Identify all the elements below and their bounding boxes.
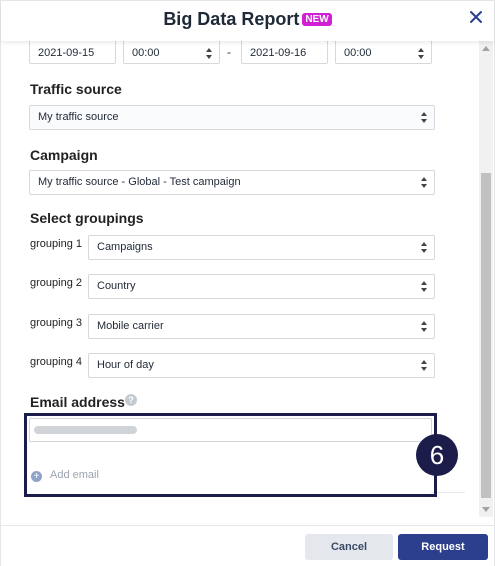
campaign-value: My traffic source - Global - Test campai… [38,176,241,188]
scroll-down-icon[interactable] [482,507,490,512]
campaign-label: Campaign [30,147,98,163]
start-date-field[interactable]: 2021-09-15 [29,41,116,64]
select-arrows-icon [421,242,427,254]
start-date-value: 2021-09-15 [38,47,95,59]
step-number-badge: 6 [416,434,458,476]
traffic-source-label: Traffic source [30,81,122,97]
email-address-label: Email address [30,394,125,410]
select-arrows-icon [418,48,424,60]
campaign-select[interactable]: My traffic source - Global - Test campai… [29,170,435,195]
end-time-value: 00:00 [344,47,372,59]
traffic-source-value: My traffic source [38,111,119,123]
select-arrows-icon [421,177,427,189]
select-arrows-icon [421,360,427,372]
big-data-report-modal: Big Data Report NEW 2021-09-15 00:00 - 20… [0,0,495,566]
select-arrows-icon [206,48,212,60]
step-highlight-box [24,413,437,497]
date-range-separator: - [227,45,231,59]
grouping-2-select[interactable]: Country [88,274,435,299]
new-badge: NEW [302,13,332,26]
grouping-4-value: Hour of day [97,359,154,371]
select-arrows-icon [421,112,427,124]
grouping-1-select[interactable]: Campaigns [88,235,435,260]
scroll-thumb[interactable] [481,173,491,498]
grouping-4-select[interactable]: Hour of day [88,353,435,378]
grouping-1-label: grouping 1 [30,238,82,250]
start-time-value: 00:00 [132,47,160,59]
grouping-4-label: grouping 4 [30,356,82,368]
request-button[interactable]: Request [398,534,488,560]
help-icon[interactable]: ? [125,394,137,406]
traffic-source-select[interactable]: My traffic source [29,105,435,130]
end-time-select[interactable]: 00:00 [335,41,432,64]
grouping-1-value: Campaigns [97,241,153,253]
close-icon[interactable] [468,9,484,25]
modal-header: Big Data Report NEW [1,1,494,41]
grouping-2-value: Country [97,280,136,292]
cancel-button[interactable]: Cancel [305,534,393,560]
grouping-3-value: Mobile carrier [97,320,164,332]
select-arrows-icon [421,321,427,333]
modal-title: Big Data Report [163,9,300,29]
end-date-value: 2021-09-16 [250,47,307,59]
grouping-3-select[interactable]: Mobile carrier [88,314,435,339]
end-date-field[interactable]: 2021-09-16 [241,41,328,64]
grouping-3-label: grouping 3 [30,317,82,329]
grouping-2-label: grouping 2 [30,277,82,289]
select-arrows-icon [421,281,427,293]
start-time-select[interactable]: 00:00 [123,41,220,64]
modal-content: 2021-09-15 00:00 - 2021-09-16 00:00 Traf… [1,41,481,525]
vertical-scrollbar[interactable] [479,41,493,517]
modal-footer: Cancel Request [1,525,494,566]
scroll-up-icon[interactable] [482,46,490,51]
select-groupings-label: Select groupings [30,210,144,226]
